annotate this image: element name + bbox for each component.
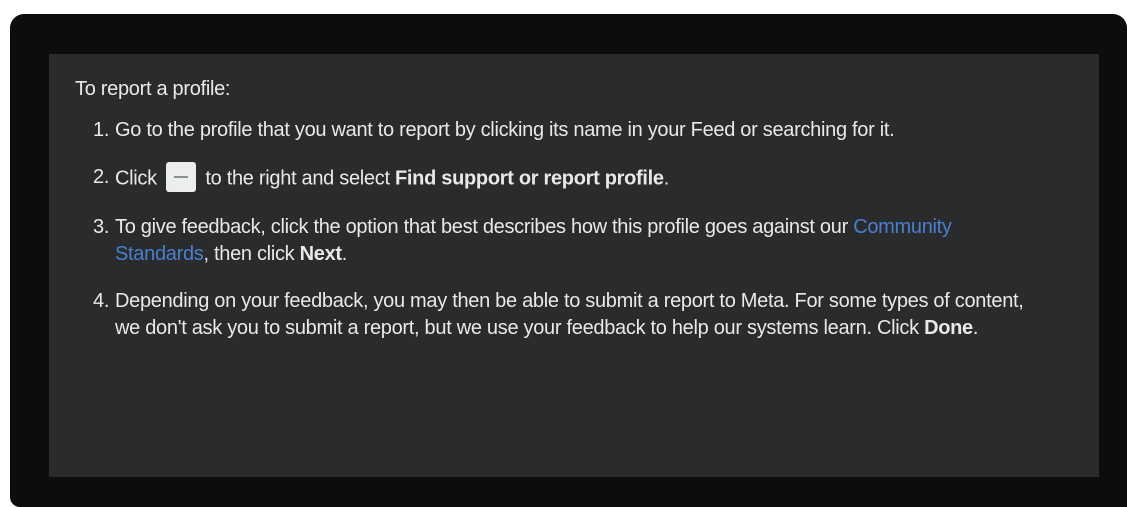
step-number: 3. bbox=[93, 216, 110, 238]
step-3: 3. To give feedback, click the option th… bbox=[93, 214, 1043, 268]
more-options-icon[interactable] bbox=[166, 162, 197, 192]
step-text-post: . bbox=[663, 167, 670, 190]
step-text-mid: to the right and select bbox=[205, 167, 390, 190]
step-text-pre: To give feedback, click the option that … bbox=[115, 216, 848, 238]
steps-list: 1. Go to the profile that you want to re… bbox=[93, 117, 1043, 362]
step-text: Go to the profile that you want to repor… bbox=[115, 119, 895, 141]
help-content-panel: To report a profile: 1. Go to the profil… bbox=[49, 54, 1099, 477]
step-4: 4. Depending on your feedback, you may t… bbox=[93, 288, 1043, 342]
screenshot-frame: To report a profile: 1. Go to the profil… bbox=[10, 14, 1127, 507]
step-1: 1. Go to the profile that you want to re… bbox=[93, 117, 1043, 144]
step-number: 4. bbox=[93, 290, 110, 312]
step-text-mid: , then click bbox=[203, 243, 295, 265]
step-number: 1. bbox=[93, 119, 110, 141]
step-bold: Find support or report profile bbox=[394, 167, 664, 190]
step-bold: Done bbox=[924, 317, 973, 339]
step-bold: Next bbox=[299, 243, 342, 265]
step-text-post: . bbox=[972, 317, 979, 339]
step-number: 2. bbox=[93, 166, 110, 188]
step-text-pre: Click bbox=[115, 167, 157, 190]
step-text-post: . bbox=[341, 243, 348, 265]
step-text-pre: Depending on your feedback, you may then… bbox=[115, 290, 1024, 339]
intro-heading: To report a profile: bbox=[75, 78, 231, 100]
step-2: 2. Click to the right and select Find su… bbox=[93, 162, 1043, 194]
